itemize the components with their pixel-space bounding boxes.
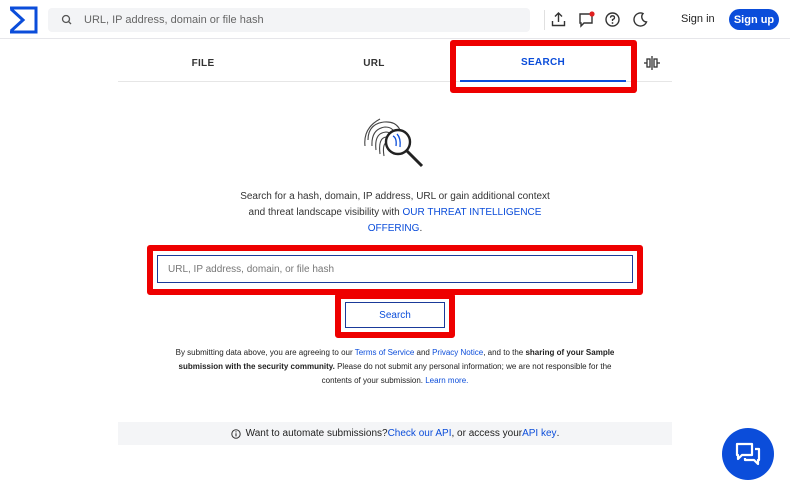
tab-bar: FILE URL SEARCH [118, 44, 672, 82]
search-input-placeholder: URL, IP address, domain, or file hash [168, 263, 335, 275]
api-text-1: Want to automate submissions? [245, 428, 388, 439]
search-input[interactable]: URL, IP address, domain, or file hash [157, 255, 633, 283]
header-search-input[interactable]: URL, IP address, domain or file hash [48, 8, 530, 32]
terms-of-service-link[interactable]: Terms of Service [355, 348, 415, 357]
tab-url[interactable]: URL [288, 44, 460, 82]
top-bar: URL, IP address, domain or file hash Sig… [0, 0, 790, 39]
check-api-link[interactable]: Check our API [388, 428, 452, 439]
legal-text-2: , and to the [483, 348, 526, 357]
search-button[interactable]: Search [345, 302, 445, 328]
chat-button[interactable] [722, 428, 774, 480]
logo-icon[interactable] [8, 6, 38, 34]
tab-search[interactable]: SEARCH [460, 44, 626, 82]
legal-and: and [414, 348, 433, 357]
dark-mode-icon[interactable] [632, 11, 649, 28]
sign-up-button[interactable]: Sign up [729, 9, 779, 30]
chat-icon [735, 442, 761, 466]
learn-more-link[interactable]: Learn more. [425, 376, 468, 385]
api-key-link[interactable]: API key [522, 428, 556, 439]
legal-text-1: By submitting data above, you are agreei… [175, 348, 355, 357]
fingerprint-search-icon [364, 118, 424, 168]
tab-file[interactable]: FILE [118, 44, 288, 82]
upload-icon[interactable] [550, 11, 567, 28]
desc-line1: Search for a hash, domain, IP address, U… [240, 191, 550, 202]
api-info-bar: Want to automate submissions? Check our … [118, 422, 672, 445]
notifications-icon[interactable] [578, 11, 595, 28]
desc-suffix: . [419, 223, 423, 234]
search-icon [61, 14, 72, 25]
tab-extension-icon[interactable] [644, 56, 660, 70]
sign-in-link[interactable]: Sign in [681, 13, 715, 25]
search-description: Search for a hash, domain, IP address, U… [220, 189, 570, 237]
header-search-placeholder: URL, IP address, domain or file hash [84, 14, 264, 26]
legal-notice: By submitting data above, you are agreei… [166, 346, 624, 388]
threat-intel-link-cont[interactable]: OFFERING [368, 223, 420, 234]
header-divider [544, 10, 545, 30]
privacy-notice-link[interactable]: Privacy Notice [432, 348, 483, 357]
desc-line2-prefix: and threat landscape visibility with [248, 207, 403, 218]
api-text-3: . [556, 428, 560, 439]
threat-intel-link[interactable]: OUR THREAT INTELLIGENCE [403, 207, 542, 218]
api-text-2: , or access your [451, 428, 523, 439]
info-icon [230, 428, 241, 439]
help-icon[interactable] [604, 11, 621, 28]
